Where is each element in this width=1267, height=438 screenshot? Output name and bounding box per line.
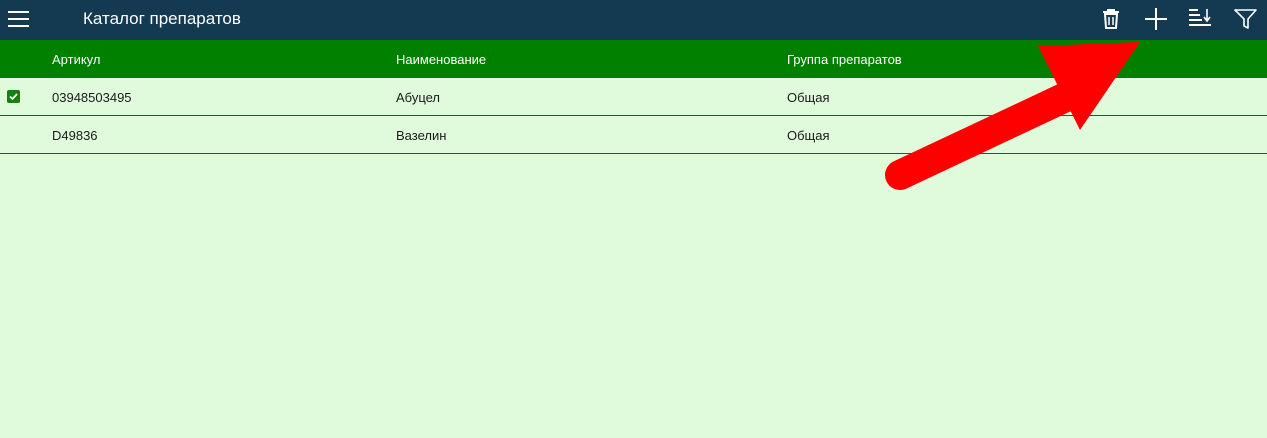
- page-title: Каталог препаратов: [83, 9, 241, 28]
- row-checkbox[interactable]: [7, 90, 20, 103]
- cell-name: Вазелин: [396, 128, 447, 143]
- cell-name: Абуцел: [396, 90, 441, 105]
- filter-icon: [1234, 9, 1257, 29]
- trash-icon: [1103, 9, 1119, 29]
- cell-article: D49836: [52, 128, 98, 143]
- add-button[interactable]: [1142, 6, 1170, 32]
- cell-group: Общая: [787, 128, 830, 143]
- checkmark-icon: [9, 93, 18, 101]
- filter-button[interactable]: [1232, 6, 1260, 32]
- delete-button[interactable]: [1097, 6, 1125, 32]
- table-row[interactable]: 03948503495 Абуцел Общая: [0, 78, 1267, 116]
- plus-icon: [1145, 8, 1167, 30]
- column-header-group[interactable]: Группа препаратов: [787, 52, 902, 67]
- table-header: Артикул Наименование Группа препаратов: [0, 40, 1267, 78]
- cell-group: Общая: [787, 90, 830, 105]
- table-row[interactable]: D49836 Вазелин Общая: [0, 116, 1267, 154]
- sort-icon: [1189, 9, 1211, 26]
- sort-button[interactable]: [1186, 6, 1214, 32]
- column-header-name[interactable]: Наименование: [396, 52, 486, 67]
- cell-article: 03948503495: [52, 90, 132, 105]
- menu-button[interactable]: [6, 7, 32, 31]
- top-app-bar: Каталог препаратов: [0, 0, 1267, 40]
- menu-icon: [8, 11, 29, 27]
- column-header-article[interactable]: Артикул: [52, 52, 100, 67]
